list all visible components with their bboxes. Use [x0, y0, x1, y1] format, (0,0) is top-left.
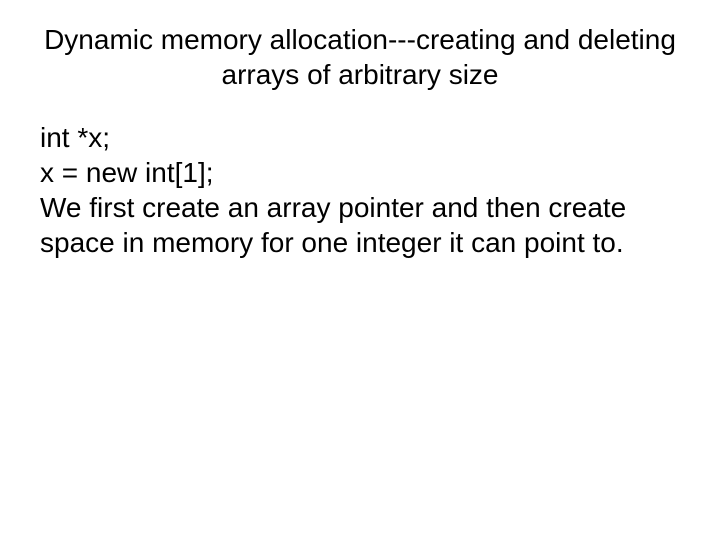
- slide-body: int *x; x = new int[1]; We first create …: [40, 120, 680, 260]
- explanation-text: We first create an array pointer and the…: [40, 190, 680, 260]
- code-line-2: x = new int[1];: [40, 155, 680, 190]
- slide-title: Dynamic memory allocation---creating and…: [40, 22, 680, 92]
- code-line-1: int *x;: [40, 120, 680, 155]
- slide: Dynamic memory allocation---creating and…: [0, 0, 720, 540]
